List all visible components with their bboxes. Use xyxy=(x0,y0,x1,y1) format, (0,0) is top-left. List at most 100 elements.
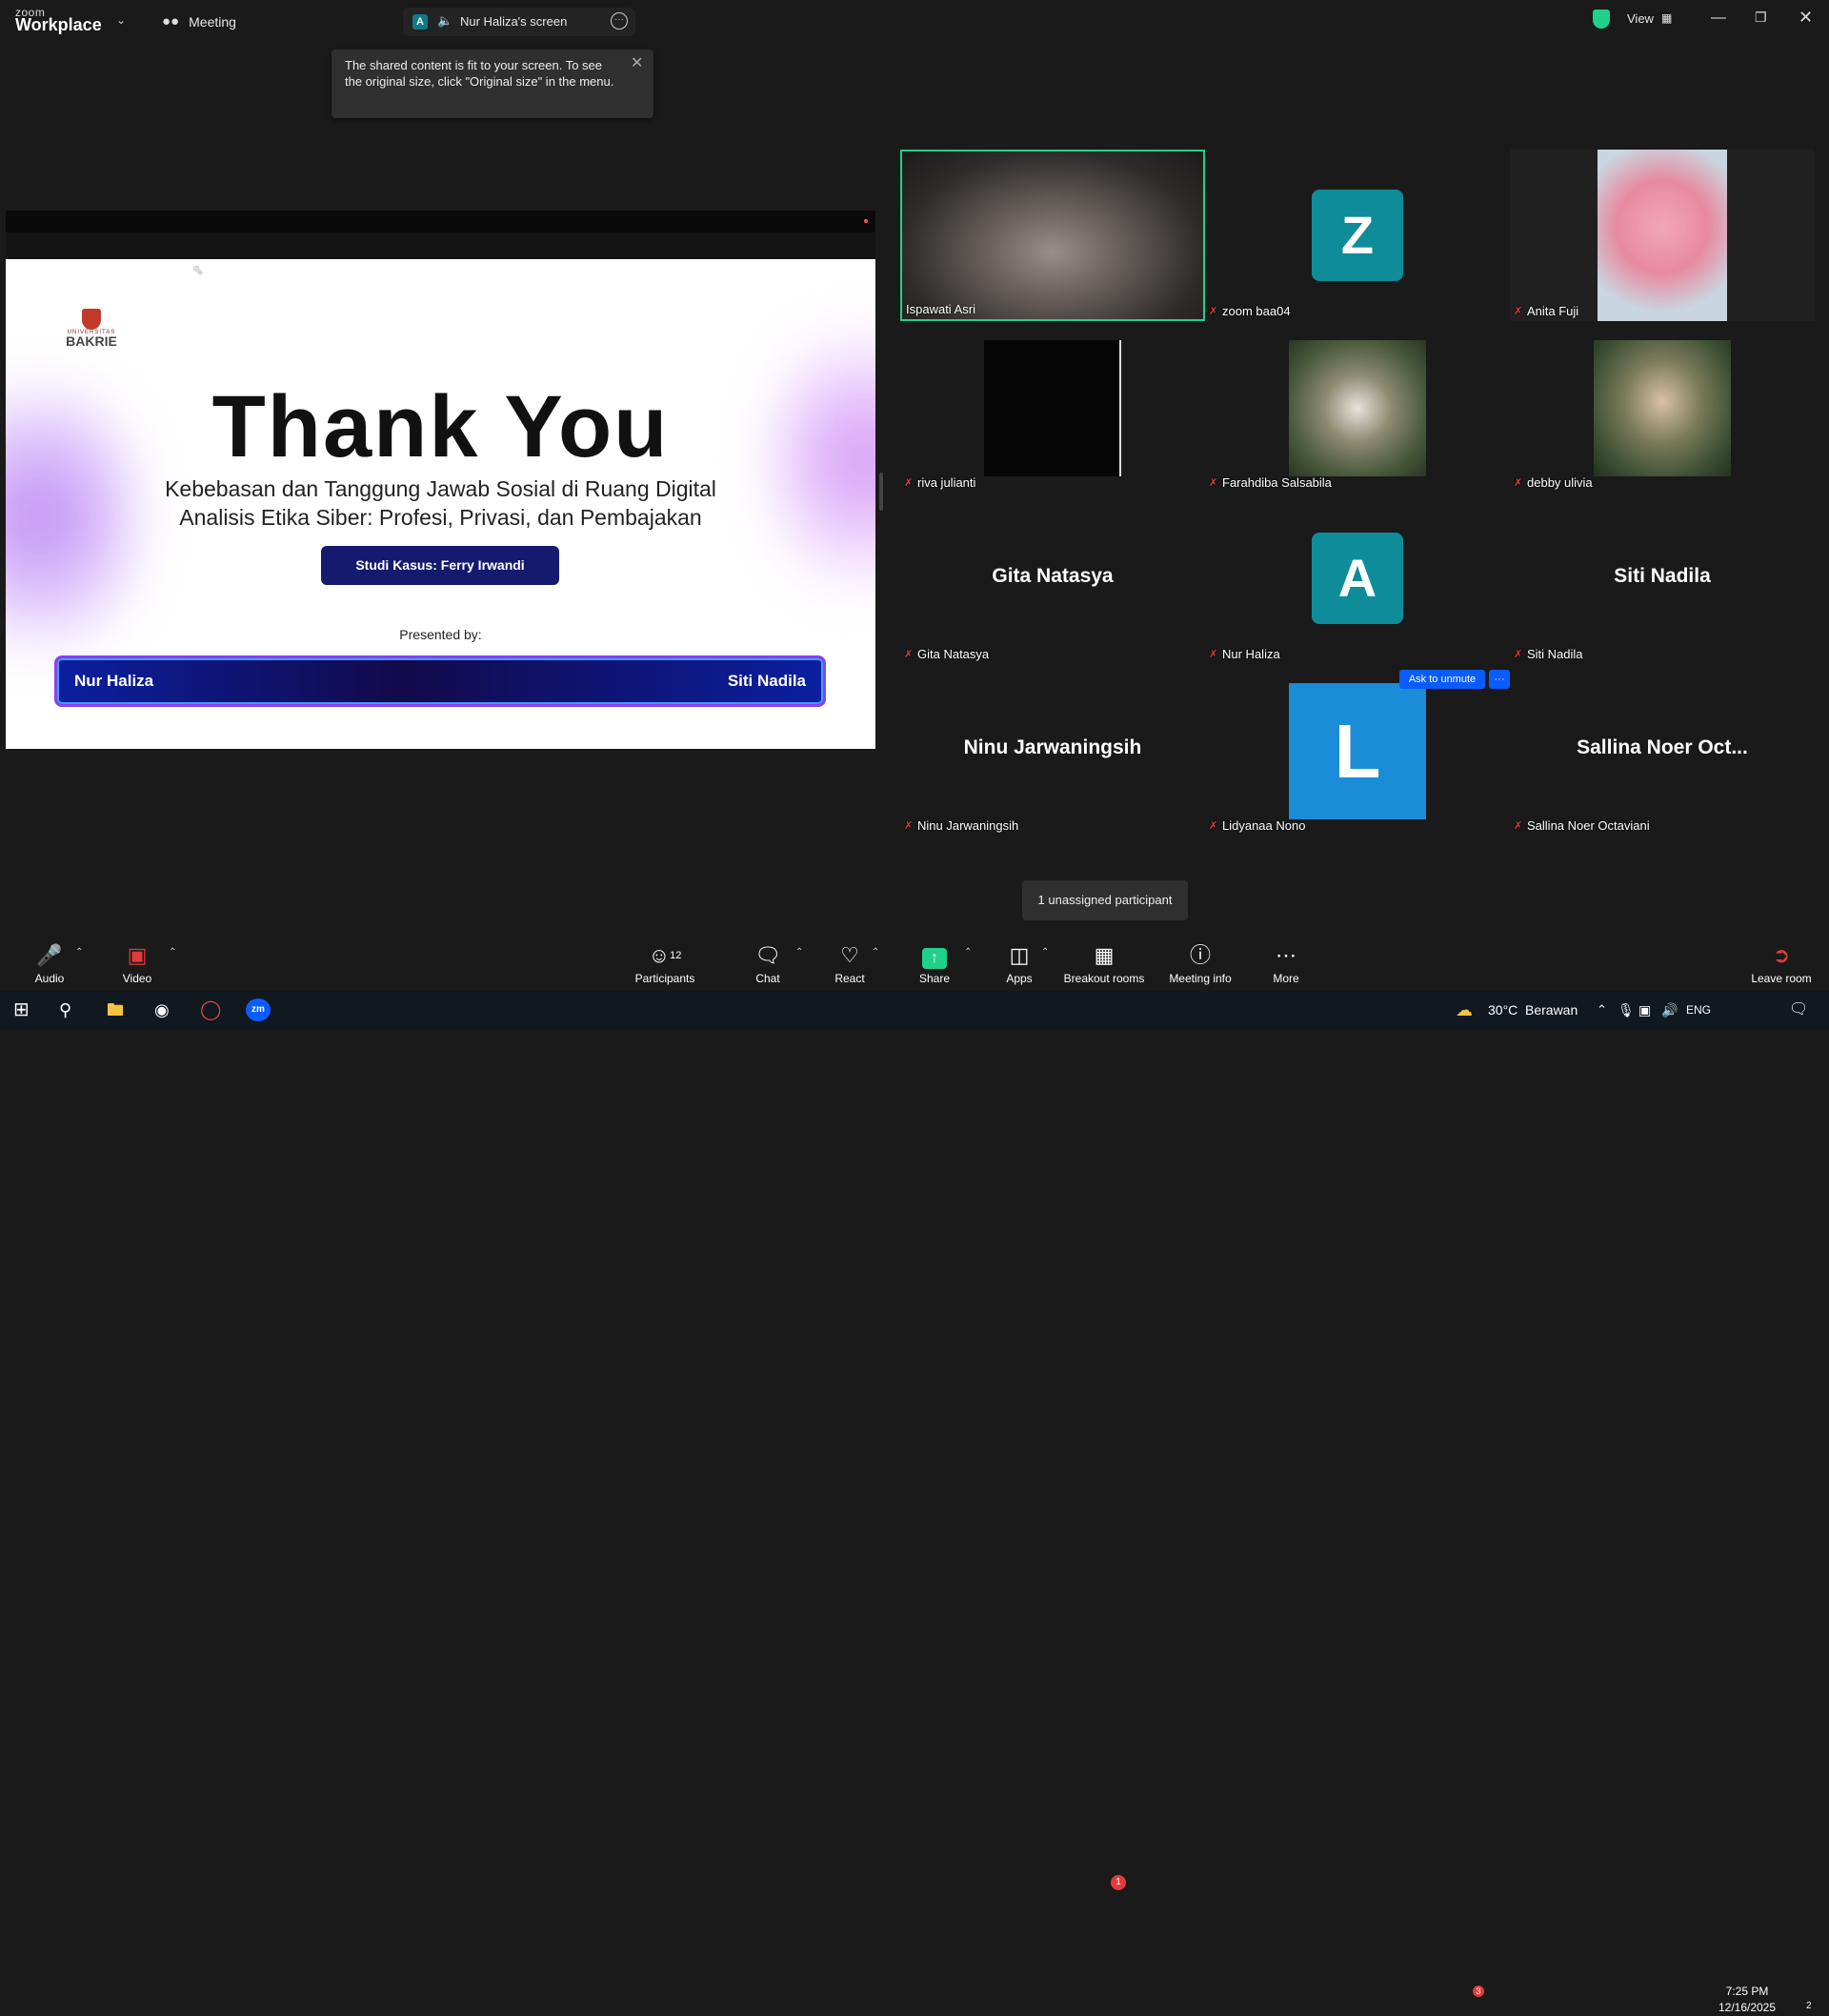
audio-label: Audio xyxy=(34,972,65,985)
fit-screen-tooltip: The shared content is fit to your screen… xyxy=(332,50,653,118)
minimize-button[interactable]: — xyxy=(1711,10,1726,27)
security-shield-icon[interactable] xyxy=(1593,10,1610,29)
participant-name-tag: ✗ Sallina Noer Octaviani xyxy=(1514,816,1650,834)
breakout-badge: 1 xyxy=(1111,1875,1126,1890)
participant-tile[interactable]: ✗ Anita Fuji xyxy=(1510,150,1815,321)
share-button[interactable]: ↑ Share xyxy=(914,934,955,991)
participant-tile[interactable]: L ✗ Lidyanaa Nono xyxy=(1205,664,1510,836)
file-explorer-icon[interactable]: 🖿 xyxy=(107,991,124,1029)
react-options-caret[interactable]: ⌃ xyxy=(872,947,879,958)
participants-button[interactable]: ☺12 Participants xyxy=(627,934,703,991)
audio-button[interactable]: 🎤 Audio xyxy=(21,934,78,991)
presented-by-label: Presented by: xyxy=(399,627,482,642)
participant-tile[interactable]: ✗ riva julianti xyxy=(900,321,1205,493)
video-options-caret[interactable]: ⌃ xyxy=(169,947,176,958)
participant-name-tag: ✗ zoom baa04 xyxy=(1209,302,1291,319)
chevron-down-icon[interactable]: ⌄ xyxy=(116,13,126,27)
split-divider-handle[interactable] xyxy=(879,473,883,511)
video-button[interactable]: ▣ Video xyxy=(109,934,166,991)
chrome-icon[interactable]: ◯ xyxy=(200,991,221,1029)
participant-tile[interactable]: Ninu Jarwaningsih ✗ Ninu Jarwaningsih xyxy=(900,664,1205,836)
participant-tile[interactable]: Gita Natasya ✗ Gita Natasya xyxy=(900,493,1205,664)
participant-video xyxy=(1598,150,1727,321)
ask-to-unmute-button[interactable]: Ask to unmute xyxy=(1399,670,1485,689)
tile-more-button[interactable]: ··· xyxy=(1489,670,1510,689)
participant-tile[interactable]: Z ✗ zoom baa04 xyxy=(1205,150,1510,321)
participant-tile[interactable]: ✗ debby ulivia xyxy=(1510,321,1815,493)
presenter-1: Nur Haliza xyxy=(74,672,154,690)
participant-tile[interactable]: Sallina Noer Oct... ✗ Sallina Noer Octavi… xyxy=(1510,664,1815,836)
leave-room-button[interactable]: ➲ Leave room xyxy=(1751,934,1812,991)
meeting-menu[interactable]: ●● Meeting xyxy=(162,13,236,30)
participant-name: Siti Nadila xyxy=(1527,646,1583,661)
language-indicator[interactable]: ENG xyxy=(1686,991,1711,1029)
participant-video xyxy=(902,151,1203,319)
chat-options-caret[interactable]: ⌃ xyxy=(795,947,803,958)
presenters-bar: Nur Haliza Siti Nadila xyxy=(54,655,826,707)
network-icon[interactable]: ▣ xyxy=(1638,991,1651,1029)
weather-temp[interactable]: 30°C xyxy=(1488,991,1517,1029)
university-logo: UNIVERSITAS BAKRIE xyxy=(57,309,126,348)
notification-icon[interactable]: 🗨 xyxy=(1789,991,1808,1029)
leave-room-label: Leave room xyxy=(1751,972,1812,985)
apps-button[interactable]: ◫ Apps xyxy=(1000,934,1038,991)
meeting-info-button[interactable]: ⓘ Meeting info xyxy=(1164,934,1236,991)
participant-name: debby ulivia xyxy=(1527,474,1593,490)
participant-tile[interactable]: Ispawati Asri xyxy=(900,150,1205,321)
participants-count: 12 xyxy=(670,950,682,961)
react-button[interactable]: ♡ React xyxy=(829,934,871,991)
view-button[interactable]: View ▦ xyxy=(1627,11,1672,26)
shared-screen-topbar xyxy=(6,211,875,232)
microphone-icon[interactable]: 🎙 xyxy=(1618,991,1635,1029)
close-icon[interactable]: ✕ xyxy=(631,53,643,72)
participant-tile[interactable]: ✗ Farahdiba Salsabila xyxy=(1205,321,1510,493)
more-options-icon[interactable]: ··· xyxy=(611,12,628,30)
meeting-label: Meeting xyxy=(189,13,236,30)
video-off-icon: ▣ xyxy=(127,943,148,967)
close-window-button[interactable]: ✕ xyxy=(1799,8,1813,28)
participant-name: Ispawati Asri xyxy=(906,301,975,316)
share-arrow-icon: ↑ xyxy=(914,941,955,970)
weather-desc[interactable]: Berawan xyxy=(1525,991,1578,1029)
clock[interactable]: 7:25 PM 12/16/2025 xyxy=(1715,1984,1779,2016)
avatar: A xyxy=(1312,533,1403,624)
windows-start-icon[interactable]: ⊞ xyxy=(13,991,30,1029)
chat-label: Chat xyxy=(755,972,780,985)
participant-display-name: Sallina Noer Oct... xyxy=(1577,736,1748,758)
participant-name-tag: ✗ Anita Fuji xyxy=(1514,302,1578,319)
volume-icon[interactable]: 🔊 xyxy=(1661,991,1678,1029)
participant-name-tag: Ispawati Asri xyxy=(906,300,975,317)
chat-button[interactable]: 🗨 Chat xyxy=(749,934,787,991)
slide-subtitle-1: Kebebasan dan Tanggung Jawab Sosial di R… xyxy=(165,476,716,501)
participant-video xyxy=(1594,340,1731,476)
zoom-app-icon[interactable]: zm xyxy=(246,998,271,1021)
participant-tile[interactable]: A ✗ Nur Haliza xyxy=(1205,493,1510,664)
share-options-caret[interactable]: ⌃ xyxy=(964,947,972,958)
camera-app-icon[interactable]: ◉ xyxy=(154,991,170,1029)
mic-muted-icon: ✗ xyxy=(1514,306,1523,317)
breakout-rooms-button[interactable]: ▦ Breakout rooms xyxy=(1061,934,1147,991)
more-button[interactable]: ⋯ More xyxy=(1267,934,1305,991)
participant-name: Nur Haliza xyxy=(1222,646,1280,661)
slide-subtitle-2: Analisis Etika Siber: Profesi, Privasi, … xyxy=(179,505,702,530)
audio-options-caret[interactable]: ⌃ xyxy=(75,947,83,958)
weather-icon[interactable]: ☁ xyxy=(1456,991,1473,1029)
apps-options-caret[interactable]: ⌃ xyxy=(1041,947,1049,958)
speaker-icon: 🔈 xyxy=(437,13,453,28)
case-study-button: Studi Kasus: Ferry Irwandi xyxy=(321,546,559,585)
clock-time: 7:25 PM xyxy=(1725,1985,1769,1998)
participant-tile[interactable]: Siti Nadila ✗ Siti Nadila xyxy=(1510,493,1815,664)
share-screen-tab[interactable]: A 🔈 Nur Haliza's screen ··· xyxy=(403,8,635,36)
mic-muted-icon: ✗ xyxy=(1209,306,1218,317)
mic-muted-icon: ✗ xyxy=(1209,477,1218,489)
chevron-up-icon[interactable]: ⌃ xyxy=(1597,991,1607,1029)
grid-icon: ▦ xyxy=(1660,11,1673,25)
restore-button[interactable]: ❐ xyxy=(1755,10,1767,26)
search-icon[interactable]: ⚲ xyxy=(59,991,71,1029)
apps-icon: ◫ xyxy=(1009,943,1030,967)
presentation-slide: UNIVERSITAS BAKRIE Thank You Kebebasan d… xyxy=(6,259,875,749)
share-avatar: A xyxy=(412,14,428,30)
mic-muted-icon: ✗ xyxy=(1514,649,1523,660)
participant-name-tag: ✗ debby ulivia xyxy=(1514,474,1593,491)
react-heart-icon: ♡ xyxy=(840,943,859,967)
